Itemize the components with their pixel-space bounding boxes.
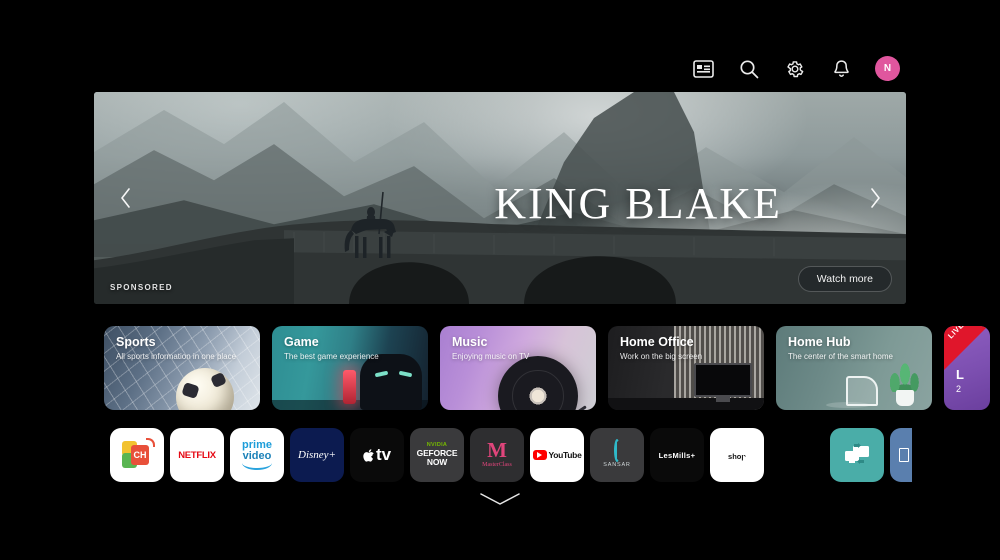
category-card-music[interactable]: Music Enjoying music on TV bbox=[440, 326, 596, 410]
card-subtitle: The best game experience bbox=[284, 352, 379, 361]
tv-home-screen: N KING BLAKE SPONSORED Watch more Sports… bbox=[0, 0, 1000, 560]
app-tile-disney-plus[interactable]: Disney+ bbox=[290, 428, 344, 482]
now-label: NOW bbox=[426, 456, 448, 467]
app-tile-lesmills-plus[interactable]: LesMills+ bbox=[650, 428, 704, 482]
screen-share-icon bbox=[845, 443, 869, 464]
masterclass-mark: M bbox=[487, 438, 507, 463]
sponsored-label: SPONSORED bbox=[110, 283, 173, 292]
app-tile-netflix[interactable]: NETFLIX bbox=[170, 428, 224, 482]
hero-prev-arrow[interactable] bbox=[112, 178, 138, 218]
card-subtitle: 2 bbox=[956, 384, 962, 394]
hero-next-arrow[interactable] bbox=[862, 178, 888, 218]
prime-label-bottom: video bbox=[242, 450, 272, 462]
card-title: Music bbox=[452, 335, 488, 349]
app-tile-shop-time[interactable]: shop bbox=[710, 428, 764, 482]
watch-more-button[interactable]: Watch more bbox=[797, 266, 892, 292]
category-card-sports[interactable]: Sports All sports information in one pla… bbox=[104, 326, 260, 410]
guide-icon[interactable] bbox=[691, 57, 715, 81]
youtube-play-icon bbox=[532, 450, 547, 460]
category-card-row: Sports All sports information in one pla… bbox=[104, 326, 990, 410]
app-tile-youtube[interactable]: YouTube bbox=[530, 428, 584, 482]
geforce-now-wordmark: NVIDIA GEFORCE NOW bbox=[417, 442, 458, 467]
category-card-live[interactable]: LIVE L 2 bbox=[944, 326, 990, 410]
lesmills-wordmark: LesMills+ bbox=[658, 450, 696, 460]
card-title: Sports bbox=[116, 335, 156, 349]
card-title: Game bbox=[284, 335, 319, 349]
app-tile-prime-video[interactable]: prime video bbox=[230, 428, 284, 482]
app-tile-masterclass[interactable]: M MasterClass bbox=[470, 428, 524, 482]
hero-title: KING BLAKE bbox=[494, 179, 782, 228]
category-card-home-office[interactable]: Home Office Work on the big screen bbox=[608, 326, 764, 410]
youtube-wordmark: YouTube bbox=[532, 450, 582, 460]
shop-time-logo: shop bbox=[728, 450, 746, 461]
show-more-chevron[interactable] bbox=[479, 492, 521, 511]
card-subtitle: Enjoying music on TV bbox=[452, 352, 530, 361]
avatar[interactable]: N bbox=[875, 56, 900, 81]
apple-logo-icon bbox=[363, 448, 374, 462]
app-launcher-row: CH NETFLIX prime video Disney+ tv NVIDIA… bbox=[110, 428, 912, 482]
sansar-ring-icon bbox=[613, 439, 620, 462]
app-tile-sansar[interactable]: SANSAR bbox=[590, 428, 644, 482]
prime-video-wordmark: prime video bbox=[242, 439, 272, 471]
app-tile-apple-tv[interactable]: tv bbox=[350, 428, 404, 482]
bell-icon[interactable] bbox=[829, 57, 853, 81]
netflix-wordmark: NETFLIX bbox=[178, 449, 216, 461]
category-card-game[interactable]: Game The best game experience bbox=[272, 326, 428, 410]
knight-silhouette bbox=[344, 191, 397, 258]
card-title: L bbox=[956, 367, 964, 382]
document-icon bbox=[899, 448, 909, 462]
sansar-logo: SANSAR bbox=[603, 439, 631, 468]
disney-wordmark: Disney+ bbox=[298, 449, 336, 461]
app-tile-more-apps[interactable] bbox=[890, 428, 912, 482]
hero-banner[interactable]: KING BLAKE SPONSORED Watch more bbox=[94, 92, 906, 304]
lg-channels-icon: CH bbox=[122, 438, 155, 469]
apple-tv-wordmark: tv bbox=[363, 445, 391, 465]
card-title: Home Hub bbox=[788, 335, 851, 349]
live-ribbon: LIVE bbox=[944, 326, 988, 370]
top-bar: N bbox=[691, 56, 900, 81]
app-tile-geforce-now[interactable]: NVIDIA GEFORCE NOW bbox=[410, 428, 464, 482]
apple-tv-label: tv bbox=[375, 445, 392, 464]
card-title: Home Office bbox=[620, 335, 694, 349]
prime-swoosh-icon bbox=[242, 463, 272, 471]
card-subtitle: All sports information in one place bbox=[116, 352, 237, 361]
sansar-label: SANSAR bbox=[603, 462, 631, 468]
card-subtitle: Work on the big screen bbox=[620, 352, 703, 361]
category-card-home-hub[interactable]: Home Hub The center of the smart home bbox=[776, 326, 932, 410]
gear-icon[interactable] bbox=[783, 57, 807, 81]
avatar-initial: N bbox=[883, 63, 892, 74]
app-tile-screen-share[interactable] bbox=[830, 428, 884, 482]
masterclass-wordmark: M MasterClass bbox=[482, 438, 512, 468]
search-icon[interactable] bbox=[737, 57, 761, 81]
app-tile-lg-channels[interactable]: CH bbox=[110, 428, 164, 482]
card-subtitle: The center of the smart home bbox=[788, 352, 893, 361]
lg-channels-label: CH bbox=[131, 445, 149, 465]
live-ribbon-label: LIVE bbox=[946, 326, 966, 341]
masterclass-label: MasterClass bbox=[482, 461, 512, 468]
youtube-label: YouTube bbox=[548, 450, 582, 460]
